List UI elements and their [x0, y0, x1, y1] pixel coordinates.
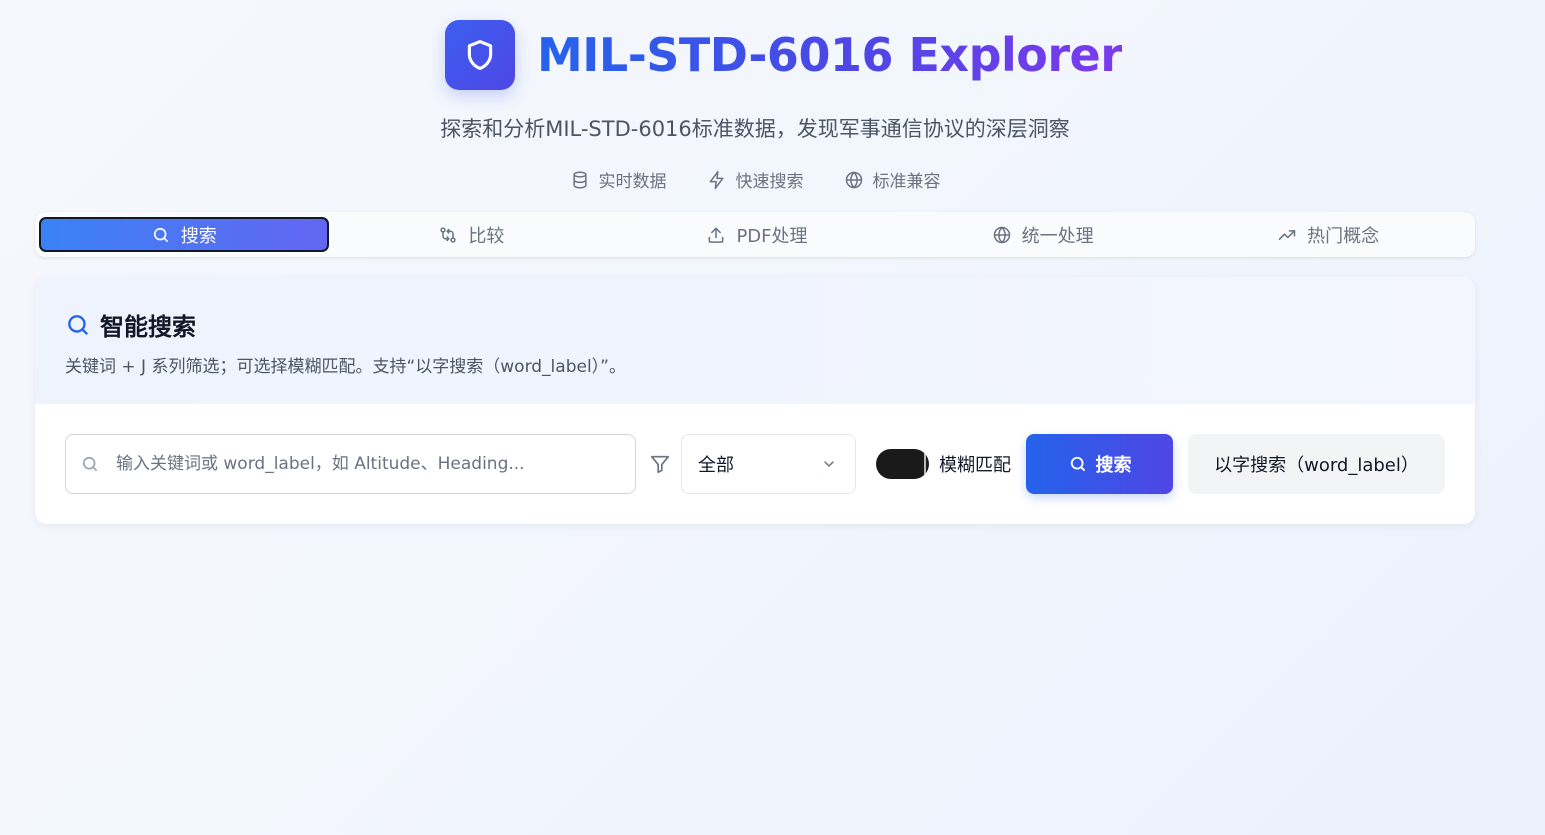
fuzzy-match-control: 模糊匹配: [876, 449, 1011, 479]
feature-label: 标准兼容: [872, 172, 941, 192]
main-tabs: 搜索 比较 PDF处理 统一处理 热门概念: [35, 212, 1475, 257]
search-icon: [68, 314, 89, 335]
fuzzy-match-toggle[interactable]: [876, 449, 929, 479]
search-controls: 全部 模糊匹配 搜索 以字搜索（word_label）: [35, 404, 1475, 524]
tab-label: PDF处理: [736, 225, 808, 247]
brand: MIL-STD-6016 Explorer: [445, 20, 1123, 90]
feature-fast-search: 快速搜索: [707, 167, 804, 192]
word-label-search-button[interactable]: 以字搜索（word_label）: [1188, 434, 1445, 494]
select-value: 全部: [698, 455, 734, 476]
globe-icon: [845, 170, 862, 189]
database-icon: [572, 171, 587, 189]
feature-standard-compat: 标准兼容: [844, 167, 941, 192]
search-button-label: 搜索: [1095, 455, 1132, 476]
feature-list: 实时数据 快速搜索 标准兼容: [0, 167, 1510, 192]
search-icon: [1070, 456, 1085, 472]
tab-trending[interactable]: 热门概念: [1185, 217, 1471, 252]
app-logo: [445, 20, 515, 90]
trending-icon: [1278, 229, 1296, 240]
tab-label: 统一处理: [1021, 225, 1094, 247]
feature-label: 快速搜索: [735, 172, 804, 192]
app-subtitle: 探索和分析MIL-STD-6016标准数据，发现军事通信协议的深层洞察: [440, 117, 1070, 141]
fuzzy-match-label: 模糊匹配: [939, 455, 1011, 476]
tab-label: 比较: [468, 225, 505, 247]
tab-compare[interactable]: 比较: [329, 217, 615, 252]
tab-unified[interactable]: 统一处理: [900, 217, 1186, 252]
search-card: 智能搜索 关键词 + J 系列筛选；可选择模糊匹配。支持“以字搜索（word_l…: [35, 277, 1475, 524]
search-card-header: 智能搜索 关键词 + J 系列筛选；可选择模糊匹配。支持“以字搜索（word_l…: [35, 277, 1475, 404]
lightning-icon: [709, 170, 724, 189]
shield-icon: [467, 39, 493, 71]
filter-icon: [650, 455, 670, 474]
tab-search[interactable]: 搜索: [39, 217, 329, 252]
tab-pdf[interactable]: PDF处理: [614, 217, 900, 252]
search-field[interactable]: [65, 434, 636, 494]
search-input[interactable]: [116, 454, 616, 474]
search-button[interactable]: 搜索: [1026, 434, 1173, 494]
search-card-title: 智能搜索: [65, 307, 1445, 342]
compare-icon: [440, 226, 457, 243]
tab-label: 搜索: [180, 225, 217, 247]
feature-label: 实时数据: [598, 172, 667, 192]
app-title: MIL-STD-6016 Explorer: [537, 28, 1123, 82]
feature-realtime-data: 实时数据: [570, 167, 667, 192]
series-filter-select[interactable]: 全部: [681, 434, 856, 494]
tab-label: 热门概念: [1307, 225, 1380, 247]
search-icon: [82, 456, 98, 472]
hero-header: MIL-STD-6016 Explorer 探索和分析MIL-STD-6016标…: [0, 0, 1545, 210]
search-card-description: 关键词 + J 系列筛选；可选择模糊匹配。支持“以字搜索（word_label）…: [65, 357, 626, 377]
card-title-text: 智能搜索: [100, 313, 196, 341]
search-icon: [153, 227, 169, 242]
globe-icon: [993, 225, 1010, 244]
upload-icon: [709, 227, 724, 243]
chevron-down-icon: [824, 461, 834, 467]
